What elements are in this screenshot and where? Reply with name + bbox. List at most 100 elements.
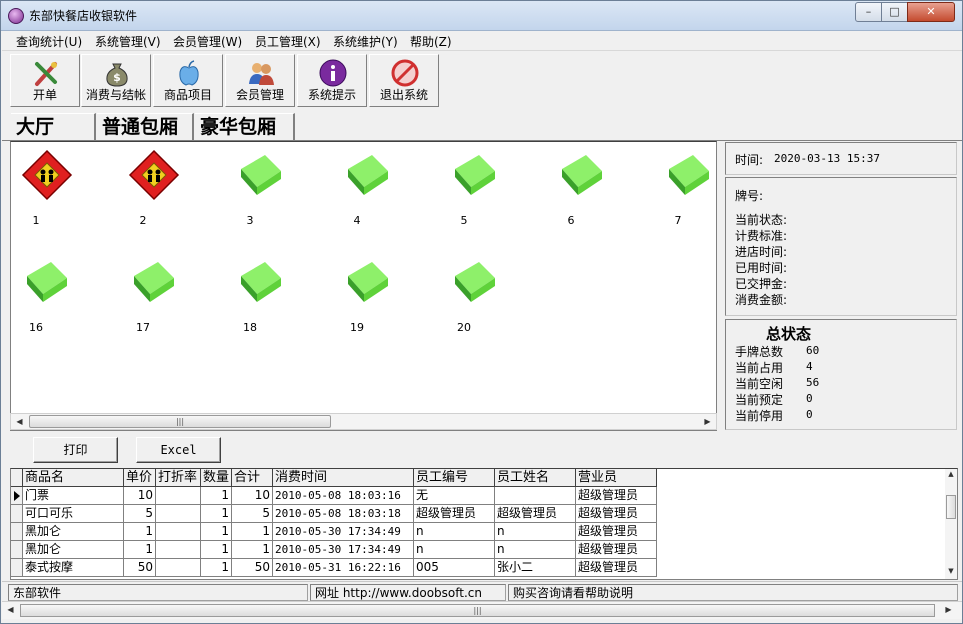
room-tile[interactable]: 3 — [215, 144, 285, 234]
table-cell[interactable]: 10 — [124, 487, 156, 505]
excel-button[interactable]: Excel — [136, 437, 221, 463]
table-cell[interactable]: 1 — [232, 541, 273, 559]
table-cell[interactable]: 5 — [232, 505, 273, 523]
room-tile[interactable]: 20 — [429, 251, 499, 341]
table-cell[interactable]: 10 — [232, 487, 273, 505]
room-grid-scrollbar[interactable]: ◀ ||| ▶ — [10, 413, 717, 430]
table-cell[interactable]: 超级管理员 — [495, 505, 576, 523]
table-cell[interactable] — [156, 523, 201, 541]
menu-staff[interactable]: 员工管理(X) — [255, 33, 321, 50]
room-tile[interactable]: 18 — [215, 251, 285, 341]
table-cell[interactable] — [156, 505, 201, 523]
system-tips-button[interactable]: 系统提示 — [297, 54, 367, 107]
room-tile[interactable]: 5 — [429, 144, 499, 234]
table-cell[interactable]: 2010-05-31 16:22:16 — [273, 559, 414, 577]
menu-system[interactable]: 系统管理(V) — [95, 33, 161, 50]
row-indicator[interactable] — [11, 523, 23, 541]
table-cell[interactable]: 1 — [201, 505, 232, 523]
table-cell[interactable] — [156, 541, 201, 559]
table-cell[interactable]: 005 — [414, 559, 495, 577]
table-cell[interactable]: 1 — [201, 523, 232, 541]
room-tile[interactable]: 2 — [108, 144, 180, 234]
table-cell[interactable]: 超级管理员 — [576, 559, 657, 577]
table-row[interactable]: 可口可乐 5 1 5 2010-05-08 18:03:18 超级管理员 超级管理员 超级管理… — [11, 505, 661, 523]
room-tile[interactable]: 19 — [322, 251, 392, 341]
table-cell[interactable] — [156, 487, 201, 505]
row-indicator[interactable] — [11, 505, 23, 523]
table-cell[interactable]: 无 — [414, 487, 495, 505]
table-row[interactable]: 门票 10 1 10 2010-05-08 18:03:16 无超级管理员 — [11, 487, 661, 505]
column-header[interactable]: 员工姓名 — [495, 469, 576, 487]
table-cell[interactable]: n — [414, 523, 495, 541]
table-cell[interactable]: 1 — [124, 523, 156, 541]
menu-query[interactable]: 查询统计(U) — [16, 33, 82, 50]
column-header[interactable]: 打折率 — [156, 469, 201, 487]
table-cell[interactable]: 5 — [124, 505, 156, 523]
table-vertical-scrollbar[interactable]: ▲ ▼ — [945, 469, 957, 579]
menu-members[interactable]: 会员管理(W) — [173, 33, 242, 50]
table-cell[interactable]: 可口可乐 — [23, 505, 124, 523]
member-management-button[interactable]: 会员管理 — [225, 54, 295, 107]
table-cell[interactable]: 超级管理员 — [576, 523, 657, 541]
scroll-thumb[interactable]: ||| — [20, 604, 935, 617]
table-cell[interactable]: 黑加仑 — [23, 523, 124, 541]
scroll-left-icon[interactable]: ◀ — [2, 602, 19, 617]
table-cell[interactable] — [495, 487, 576, 505]
table-cell[interactable]: n — [495, 541, 576, 559]
room-tile[interactable]: 4 — [322, 144, 392, 234]
minimize-button[interactable]: – — [855, 2, 882, 22]
table-cell[interactable]: 超级管理员 — [414, 505, 495, 523]
tab-hall[interactable]: 大厅 — [11, 113, 96, 140]
table-cell[interactable]: 超级管理员 — [576, 487, 657, 505]
column-header[interactable]: 商品名 — [23, 469, 124, 487]
table-cell[interactable]: 50 — [232, 559, 273, 577]
table-cell[interactable]: 2010-05-08 18:03:16 — [273, 487, 414, 505]
room-tile[interactable]: 6 — [536, 144, 606, 234]
scroll-thumb[interactable] — [946, 495, 956, 519]
row-indicator[interactable] — [11, 559, 23, 577]
table-row[interactable]: 泰式按摩 50 1 50 2010-05-31 16:22:16 005 张小二 超级管理员 — [11, 559, 661, 577]
menu-maintenance[interactable]: 系统维护(Y) — [333, 33, 398, 50]
scroll-right-icon[interactable]: ▶ — [940, 602, 957, 617]
row-indicator[interactable] — [11, 541, 23, 559]
column-header[interactable]: 员工编号 — [414, 469, 495, 487]
table-cell[interactable]: 超级管理员 — [576, 505, 657, 523]
checkout-button[interactable]: $ 消费与结帐 — [81, 54, 151, 107]
table-cell[interactable]: 50 — [124, 559, 156, 577]
table-cell[interactable]: 1 — [124, 541, 156, 559]
table-horizontal-scrollbar[interactable]: ◀ ||| ▶ — [2, 601, 962, 619]
column-header[interactable]: 合计 — [232, 469, 273, 487]
table-cell[interactable] — [156, 559, 201, 577]
row-indicator[interactable] — [11, 487, 23, 505]
room-tile[interactable]: 17 — [108, 251, 178, 341]
room-tile[interactable]: 16 — [11, 251, 71, 341]
table-cell[interactable]: n — [495, 523, 576, 541]
maximize-button[interactable]: □ — [881, 2, 908, 22]
column-header[interactable]: 营业员 — [576, 469, 657, 487]
table-cell[interactable]: n — [414, 541, 495, 559]
table-cell[interactable]: 1 — [201, 541, 232, 559]
scroll-down-icon[interactable]: ▼ — [945, 567, 957, 575]
table-cell[interactable]: 2010-05-30 17:34:49 — [273, 541, 414, 559]
table-row[interactable]: 黑加仑 1 1 1 2010-05-30 17:34:49 n n 超级管理员 — [11, 541, 661, 559]
column-header[interactable]: 消费时间 — [273, 469, 414, 487]
table-cell[interactable]: 张小二 — [495, 559, 576, 577]
scroll-left-icon[interactable]: ◀ — [11, 414, 28, 429]
table-cell[interactable]: 2010-05-08 18:03:18 — [273, 505, 414, 523]
close-button[interactable]: ✕ — [907, 2, 955, 22]
products-button[interactable]: 商品项目 — [153, 54, 223, 107]
room-tile[interactable]: 1 — [11, 144, 73, 234]
scroll-right-icon[interactable]: ▶ — [699, 414, 716, 429]
table-cell[interactable]: 1 — [201, 559, 232, 577]
exit-system-button[interactable]: 退出系统 — [369, 54, 439, 107]
tab-standard-room[interactable]: 普通包厢 — [97, 113, 194, 140]
table-cell[interactable]: 超级管理员 — [576, 541, 657, 559]
table-cell[interactable]: 黑加仑 — [23, 541, 124, 559]
scroll-thumb[interactable]: ||| — [29, 415, 331, 428]
column-header[interactable]: 数量 — [201, 469, 232, 487]
table-cell[interactable]: 1 — [232, 523, 273, 541]
table-row[interactable]: 黑加仑 1 1 1 2010-05-30 17:34:49 n n 超级管理员 — [11, 523, 661, 541]
menu-help[interactable]: 帮助(Z) — [410, 33, 452, 50]
print-button[interactable]: 打印 — [33, 437, 118, 463]
table-cell[interactable]: 门票 — [23, 487, 124, 505]
